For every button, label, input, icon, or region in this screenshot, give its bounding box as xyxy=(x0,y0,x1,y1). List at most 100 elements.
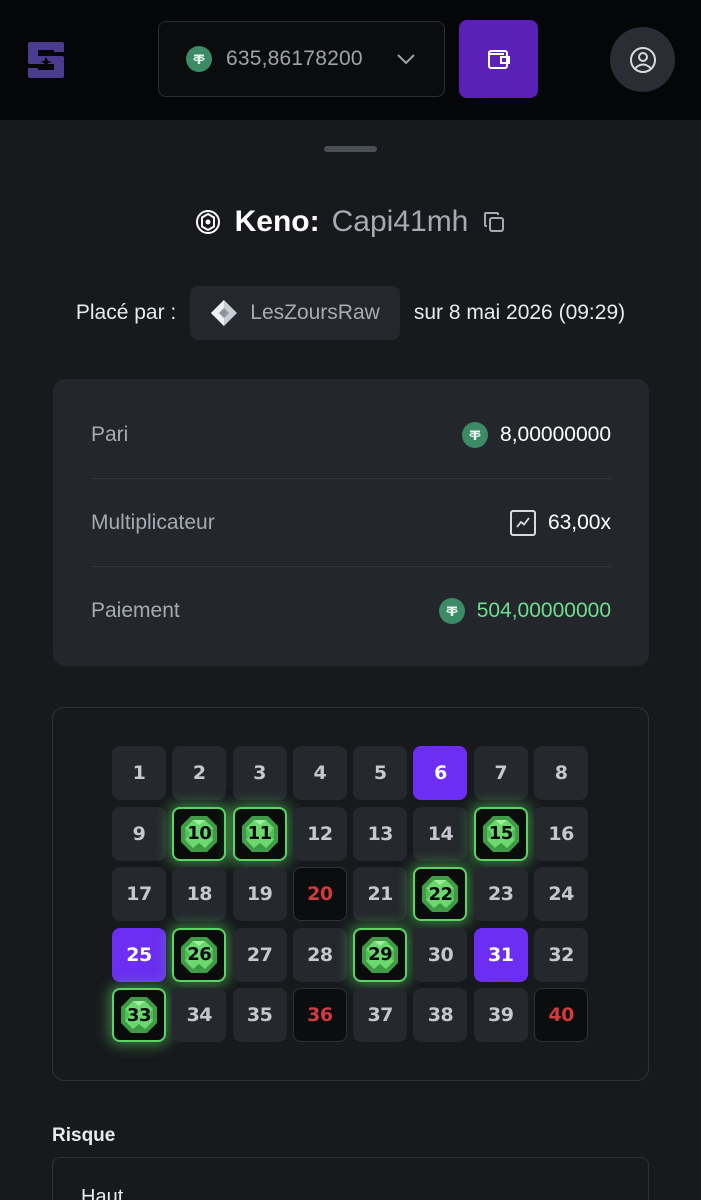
keno-tile[interactable]: 4 xyxy=(292,746,347,800)
keno-tile[interactable]: 23 xyxy=(473,867,528,921)
wallet-icon xyxy=(487,50,510,69)
keno-tile-drawn[interactable]: 36 xyxy=(292,988,347,1042)
keno-number: 15 xyxy=(488,823,514,844)
keno-tile[interactable]: 35 xyxy=(232,988,287,1042)
keno-number: 37 xyxy=(367,1004,393,1026)
keno-tile[interactable]: 21 xyxy=(353,867,408,921)
keno-tile-hit[interactable]: 22 xyxy=(413,867,468,921)
keno-tile-drawn[interactable]: 40 xyxy=(534,988,589,1042)
bet-id: Capi41mh xyxy=(331,205,469,238)
payout-label: Paiement xyxy=(91,599,180,622)
keno-tile[interactable]: 39 xyxy=(473,988,528,1042)
keno-tile[interactable]: 18 xyxy=(172,867,227,921)
keno-tile[interactable]: 27 xyxy=(232,927,287,982)
keno-tile[interactable]: 3 xyxy=(232,746,287,800)
keno-tile[interactable]: 7 xyxy=(473,746,528,800)
keno-tile[interactable]: 17 xyxy=(112,867,166,921)
keno-tile[interactable]: 8 xyxy=(534,746,589,800)
keno-number: 10 xyxy=(187,823,212,844)
keno-number: 40 xyxy=(548,1004,574,1026)
balance-selector[interactable]: 635,86178200 xyxy=(158,21,445,97)
username: LesZoursRaw xyxy=(250,301,380,324)
keno-number: 36 xyxy=(307,1004,333,1026)
keno-tile[interactable]: 1 xyxy=(112,746,166,800)
keno-number: 25 xyxy=(126,943,152,966)
keno-tile[interactable]: 5 xyxy=(353,746,408,800)
keno-number: 39 xyxy=(488,1004,514,1026)
balance-value: 635,86178200 xyxy=(226,47,363,70)
keno-tile[interactable]: 16 xyxy=(534,806,589,861)
keno-tile-hit[interactable]: 10 xyxy=(172,806,227,861)
keno-number: 30 xyxy=(427,943,454,966)
keno-number: 14 xyxy=(427,822,454,845)
keno-tile-hit[interactable]: 26 xyxy=(172,927,227,982)
keno-number: 20 xyxy=(307,883,333,905)
keno-tile-selected[interactable]: 6 xyxy=(413,746,468,800)
profile-button[interactable] xyxy=(610,27,675,92)
keno-tile-selected[interactable]: 31 xyxy=(473,927,528,982)
wallet-button[interactable] xyxy=(459,20,538,98)
bet-amount-row: Pari 8,00000000 xyxy=(91,391,611,479)
keno-tile-hit[interactable]: 15 xyxy=(473,806,528,861)
keno-tile[interactable]: 14 xyxy=(413,806,468,861)
keno-tile[interactable]: 9 xyxy=(112,806,166,861)
keno-number: 6 xyxy=(434,762,447,784)
keno-number: 27 xyxy=(246,943,273,966)
keno-number: 8 xyxy=(554,762,568,784)
keno-tile[interactable]: 24 xyxy=(534,867,589,921)
keno-number: 7 xyxy=(494,762,508,784)
tether-icon xyxy=(438,598,465,624)
keno-tile-selected[interactable]: 25 xyxy=(112,927,166,982)
keno-number: 19 xyxy=(246,883,273,905)
keno-tile[interactable]: 13 xyxy=(353,806,408,861)
copy-icon[interactable] xyxy=(482,210,506,234)
keno-tile[interactable]: 34 xyxy=(172,988,227,1042)
logo-icon[interactable] xyxy=(24,38,68,82)
keno-number: 18 xyxy=(186,883,213,905)
keno-tile[interactable]: 2 xyxy=(172,746,227,800)
diamond-rank-icon xyxy=(211,300,238,326)
risk-select[interactable]: Haut xyxy=(52,1157,649,1200)
user-chip[interactable]: LesZoursRaw xyxy=(190,286,400,340)
bet-title: Keno: Capi41mh xyxy=(0,198,701,246)
tether-icon xyxy=(186,46,212,72)
keno-tile-drawn[interactable]: 20 xyxy=(292,867,347,921)
keno-number: 29 xyxy=(368,944,393,965)
keno-number: 22 xyxy=(428,883,453,905)
keno-number: 24 xyxy=(548,883,574,905)
bet-amount-label: Pari xyxy=(91,422,129,446)
keno-tile[interactable]: 19 xyxy=(232,867,287,921)
placed-by-label: Placé par : xyxy=(75,301,177,324)
keno-tile[interactable]: 37 xyxy=(353,988,408,1042)
keno-tile-hit[interactable]: 29 xyxy=(353,927,408,982)
keno-number: 2 xyxy=(192,762,206,784)
game-name: Keno: xyxy=(234,205,320,238)
multiplier-value: 63,00x xyxy=(547,510,611,534)
tether-icon xyxy=(462,421,489,448)
keno-number: 12 xyxy=(307,822,333,845)
keno-number: 28 xyxy=(307,943,333,966)
chevron-down-icon xyxy=(397,54,415,65)
keno-number: 5 xyxy=(373,762,387,784)
keno-number: 34 xyxy=(186,1004,213,1026)
keno-tile[interactable]: 32 xyxy=(534,927,589,982)
top-bar: 635,86178200 xyxy=(0,0,701,120)
risk-label: Risque xyxy=(52,1125,116,1146)
keno-number: 17 xyxy=(126,883,152,905)
keno-tile[interactable]: 30 xyxy=(413,927,468,982)
keno-tile-hit[interactable]: 33 xyxy=(112,988,166,1042)
keno-number: 26 xyxy=(187,944,212,965)
keno-tile[interactable]: 28 xyxy=(292,927,347,982)
keno-tile[interactable]: 12 xyxy=(292,806,347,861)
bet-amount-value: 8,00000000 xyxy=(500,422,611,446)
keno-tile[interactable]: 38 xyxy=(413,988,468,1042)
keno-number: 9 xyxy=(132,822,146,845)
keno-tile-hit[interactable]: 11 xyxy=(232,806,287,861)
keno-number: 11 xyxy=(247,823,273,844)
multiplier-label: Multiplicateur xyxy=(91,510,215,534)
risk-value: Haut xyxy=(81,1186,124,1200)
keno-number: 13 xyxy=(367,822,393,845)
chart-trend-icon xyxy=(509,509,536,536)
keno-number: 3 xyxy=(253,762,266,784)
sheet-drag-handle[interactable] xyxy=(324,146,377,152)
